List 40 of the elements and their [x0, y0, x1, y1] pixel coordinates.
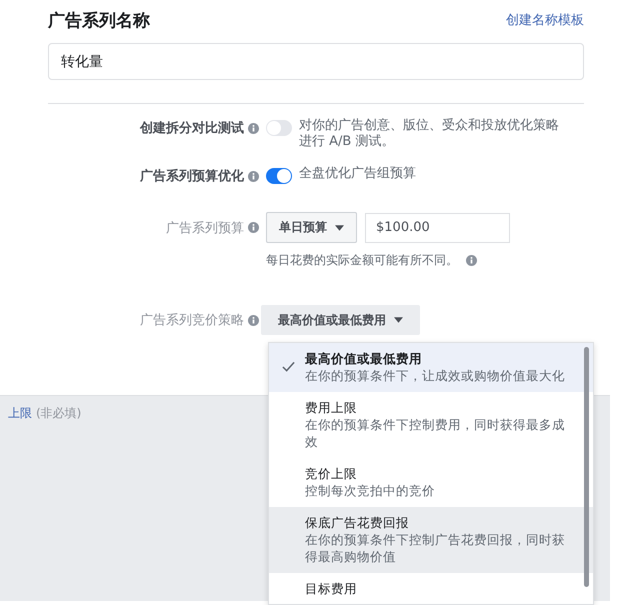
- option-description: 控制每次竞拍中的竞价: [305, 482, 436, 499]
- option-title: 最高价值或最低费用: [305, 351, 423, 367]
- toggle-switch[interactable]: [266, 168, 292, 184]
- option-description: 在你的预算条件下控制费用，同时获得最多成效: [305, 416, 565, 450]
- option-description: 在你的预算条件下，让成效或购物价值最大化: [305, 367, 565, 384]
- name-field[interactable]: 转化量: [48, 43, 584, 80]
- option-title: 费用上限: [305, 400, 358, 416]
- menu-option[interactable]: 最高价值或最低费用 在你的预算条件下，让成效或购物价值最大化: [269, 343, 593, 392]
- option-title: 保底广告花费回报: [305, 515, 410, 531]
- setting-description: 全盘优化广告组预算: [299, 166, 417, 182]
- menu-option[interactable]: 竞价上限 控制每次竞拍中的竞价: [269, 458, 593, 507]
- info-icon[interactable]: [248, 122, 259, 134]
- caret-icon: [335, 224, 344, 230]
- budget-note: 每日花费的实际金额可能有所不同。: [266, 252, 458, 269]
- checkmark-icon: [282, 361, 295, 372]
- info-icon[interactable]: [248, 170, 259, 182]
- setting-label: 广告系列预算优化: [140, 168, 244, 185]
- setting-label: 广告系列竞价策略: [140, 312, 244, 329]
- menu-option[interactable]: 保底广告花费回报 在你的预算条件下控制广告花费回报，同时获得最高购物价值: [269, 507, 593, 573]
- optional-hint: (非必填): [36, 406, 82, 420]
- info-icon[interactable]: [248, 314, 259, 326]
- caret-icon: [394, 317, 403, 323]
- option-title: 目标费用: [305, 581, 358, 597]
- scrollbar[interactable]: [584, 347, 589, 587]
- setting-description: 对你的广告创意、版位、受众和投放优化策略进行 A/B 测试。: [299, 118, 560, 150]
- menu-option[interactable]: 目标费用: [269, 573, 593, 604]
- bid-strategy-dropdown[interactable]: 最高价值或最低费用: [261, 305, 420, 335]
- section-title: 广告系列名称: [48, 10, 150, 32]
- budget-type-dropdown[interactable]: 单日预算: [266, 212, 357, 243]
- toggle-switch[interactable]: [266, 120, 292, 136]
- cap-link[interactable]: 上限: [8, 406, 32, 420]
- info-icon[interactable]: [466, 255, 477, 266]
- menu-option[interactable]: 费用上限 在你的预算条件下控制费用，同时获得最多成效: [269, 392, 593, 458]
- option-title: 竞价上限: [305, 466, 358, 482]
- template-link[interactable]: 创建名称模板: [506, 11, 584, 29]
- option-description: 在你的预算条件下控制广告花费回报，同时获得最高购物价值: [305, 531, 565, 565]
- budget-amount-field[interactable]: $100.00: [365, 212, 510, 242]
- setting-label: 创建拆分对比测试: [140, 120, 244, 137]
- info-icon[interactable]: [248, 222, 259, 233]
- setting-label: 广告系列预算: [166, 220, 244, 236]
